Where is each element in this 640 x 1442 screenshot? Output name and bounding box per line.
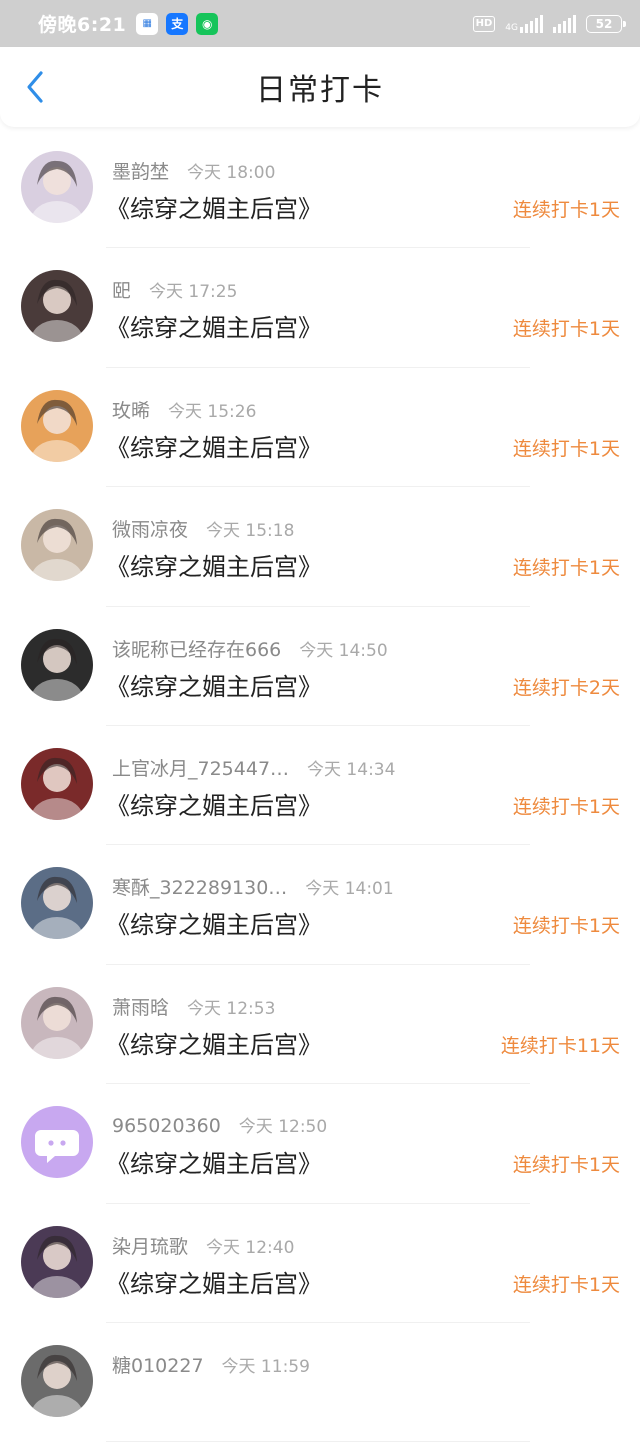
- streak-count: 连续打卡1天: [512, 318, 620, 341]
- user-name[interactable]: 染月琉歌: [112, 1232, 188, 1259]
- user-name[interactable]: 上官冰月_725447…: [112, 754, 289, 781]
- user-name[interactable]: 965020360: [112, 1115, 221, 1137]
- checkin-row[interactable]: 该昵称已经存在666 今天 14:50 《综穿之媚主后宫》 连续打卡2天: [0, 607, 640, 726]
- checkin-meta: 萧雨晗 今天 12:53: [112, 993, 275, 1020]
- book-title[interactable]: 《综穿之媚主后宫》: [106, 786, 322, 821]
- avatar[interactable]: [21, 747, 93, 820]
- back-button[interactable]: [20, 67, 50, 107]
- book-title[interactable]: 《综穿之媚主后宫》: [106, 189, 322, 224]
- checkin-time: 今天 18:00: [187, 163, 276, 183]
- checkin-time: 今天 14:01: [305, 879, 394, 900]
- calendar-icon: ▦: [136, 12, 159, 35]
- chat-icon: ◉: [196, 12, 219, 35]
- checkin-row[interactable]: 墨韵埜 今天 18:00 《综穿之媚主后宫》 连续打卡1天: [0, 129, 640, 249]
- avatar[interactable]: [21, 1106, 93, 1179]
- book-title[interactable]: 《综穿之媚主后宫》: [106, 1025, 322, 1060]
- status-indicators: HD 4G 52: [472, 14, 626, 33]
- streak-count: 连续打卡1天: [512, 557, 620, 580]
- status-time: 傍晚6:21: [38, 14, 127, 36]
- avatar[interactable]: [21, 1225, 93, 1298]
- checkin-meta: 该昵称已经存在666 今天 14:50: [112, 635, 388, 662]
- network-type: 4G: [505, 22, 518, 33]
- page-title: 日常打卡: [256, 73, 384, 108]
- streak-count: 连续打卡1天: [512, 437, 620, 460]
- checkin-time: 今天 15:26: [168, 401, 257, 422]
- checkin-time: 今天 12:53: [187, 998, 276, 1019]
- checkin-row[interactable]: 寒酥_322289130… 今天 14:01 《综穿之媚主后宫》 连续打卡1天: [0, 845, 640, 965]
- streak-count: 连续打卡1天: [512, 199, 620, 221]
- checkin-time: 今天 17:25: [149, 282, 238, 303]
- avatar[interactable]: [21, 151, 93, 223]
- status-bar: 傍晚6:21 ▦ 支 ◉ HD 4G 52: [0, 0, 640, 47]
- checkin-time: 今天 11:59: [221, 1356, 310, 1377]
- streak-count: 连续打卡1天: [512, 1154, 620, 1177]
- checkin-meta: 墨韵埜 今天 18:00: [112, 157, 275, 184]
- checkin-meta: 巸今天 17:25: [112, 276, 237, 303]
- book-title[interactable]: 《综穿之媚主后宫》: [106, 1264, 322, 1299]
- checkin-time: 今天 12:40: [206, 1237, 295, 1258]
- avatar[interactable]: [21, 270, 93, 343]
- checkin-row[interactable]: 染月琉歌 今天 12:40 《综穿之媚主后宫》 连续打卡1天: [0, 1204, 640, 1323]
- user-name[interactable]: 寒酥_322289130…: [112, 873, 287, 900]
- user-name[interactable]: 糖010227: [112, 1351, 204, 1378]
- checkin-list: 墨韵埜 今天 18:00 《综穿之媚主后宫》 连续打卡1天巸今天 17:25 《综穿之媚…: [0, 129, 640, 1442]
- alipay-icon: 支: [166, 12, 189, 35]
- checkin-meta: 染月琉歌 今天 12:40: [112, 1232, 294, 1259]
- book-title[interactable]: 《综穿之媚主后宫》: [106, 547, 322, 582]
- streak-count: 连续打卡1天: [512, 915, 620, 938]
- user-name[interactable]: 玫晞: [112, 396, 150, 423]
- checkin-meta: 965020360 今天 12:50: [112, 1112, 327, 1137]
- checkin-row[interactable]: 巸今天 17:25 《综穿之媚主后宫》 连续打卡1天: [0, 248, 640, 368]
- streak-count: 连续打卡1天: [512, 1273, 620, 1296]
- user-name[interactable]: 巸: [112, 276, 131, 303]
- book-title[interactable]: 《综穿之媚主后宫》: [106, 667, 322, 702]
- streak-count: 连续打卡2天: [512, 676, 620, 699]
- hd-badge: HD: [472, 15, 496, 32]
- battery-icon: 52: [586, 14, 626, 33]
- checkin-row[interactable]: 上官冰月_725447… 今天 14:34 《综穿之媚主后宫》 连续打卡1天: [0, 726, 640, 846]
- checkin-row[interactable]: 965020360 今天 12:50 《综穿之媚主后宫》 连续打卡1天: [0, 1084, 640, 1204]
- signal-bars-icon: [520, 14, 543, 33]
- battery-level: 52: [595, 16, 613, 31]
- checkin-time: 今天 12:50: [238, 1117, 328, 1138]
- avatar[interactable]: [21, 986, 93, 1059]
- user-name[interactable]: 萧雨晗: [112, 993, 169, 1020]
- checkin-time: 今天 14:34: [307, 759, 396, 780]
- streak-count: 连续打卡1天: [512, 795, 620, 818]
- book-title[interactable]: 《综穿之媚主后宫》: [106, 905, 322, 940]
- checkin-meta: 微雨凉夜 今天 15:18: [112, 515, 294, 542]
- checkin-row[interactable]: 糖010227 今天 11:59: [0, 1323, 640, 1442]
- avatar[interactable]: [21, 389, 93, 462]
- avatar[interactable]: [21, 867, 93, 940]
- user-name[interactable]: 该昵称已经存在666: [112, 635, 281, 662]
- book-title[interactable]: 《综穿之媚主后宫》: [106, 308, 322, 343]
- checkin-row[interactable]: 萧雨晗 今天 12:53 《综穿之媚主后宫》 连续打卡11天: [0, 965, 640, 1085]
- checkin-row[interactable]: 玫晞 今天 15:26 《综穿之媚主后宫》 连续打卡1天: [0, 368, 640, 488]
- checkin-meta: 糖010227 今天 11:59: [112, 1351, 310, 1378]
- status-app-icons: ▦ 支 ◉: [136, 12, 219, 35]
- avatar[interactable]: [21, 628, 93, 701]
- checkin-row[interactable]: 微雨凉夜 今天 15:18 《综穿之媚主后宫》 连续打卡1天: [0, 487, 640, 607]
- checkin-time: 今天 15:18: [206, 521, 295, 542]
- checkin-meta: 寒酥_322289130… 今天 14:01: [112, 873, 394, 900]
- avatar[interactable]: [21, 509, 93, 582]
- book-title[interactable]: 《综穿之媚主后宫》: [106, 428, 322, 463]
- avatar[interactable]: [21, 1344, 93, 1417]
- user-name[interactable]: 墨韵埜: [112, 157, 169, 184]
- book-title[interactable]: 《综穿之媚主后宫》: [106, 1144, 322, 1179]
- streak-count: 连续打卡11天: [500, 1034, 620, 1057]
- checkin-time: 今天 14:50: [299, 640, 388, 661]
- checkin-meta: 上官冰月_725447… 今天 14:34: [112, 754, 395, 781]
- user-name[interactable]: 微雨凉夜: [112, 515, 188, 542]
- page-header: 日常打卡: [0, 47, 640, 127]
- chevron-left-icon: [27, 71, 43, 103]
- cellular-4g-signal: 4G: [505, 14, 543, 33]
- checkin-meta: 玫晞 今天 15:26: [112, 396, 256, 423]
- signal-bars-icon-2: [553, 14, 576, 33]
